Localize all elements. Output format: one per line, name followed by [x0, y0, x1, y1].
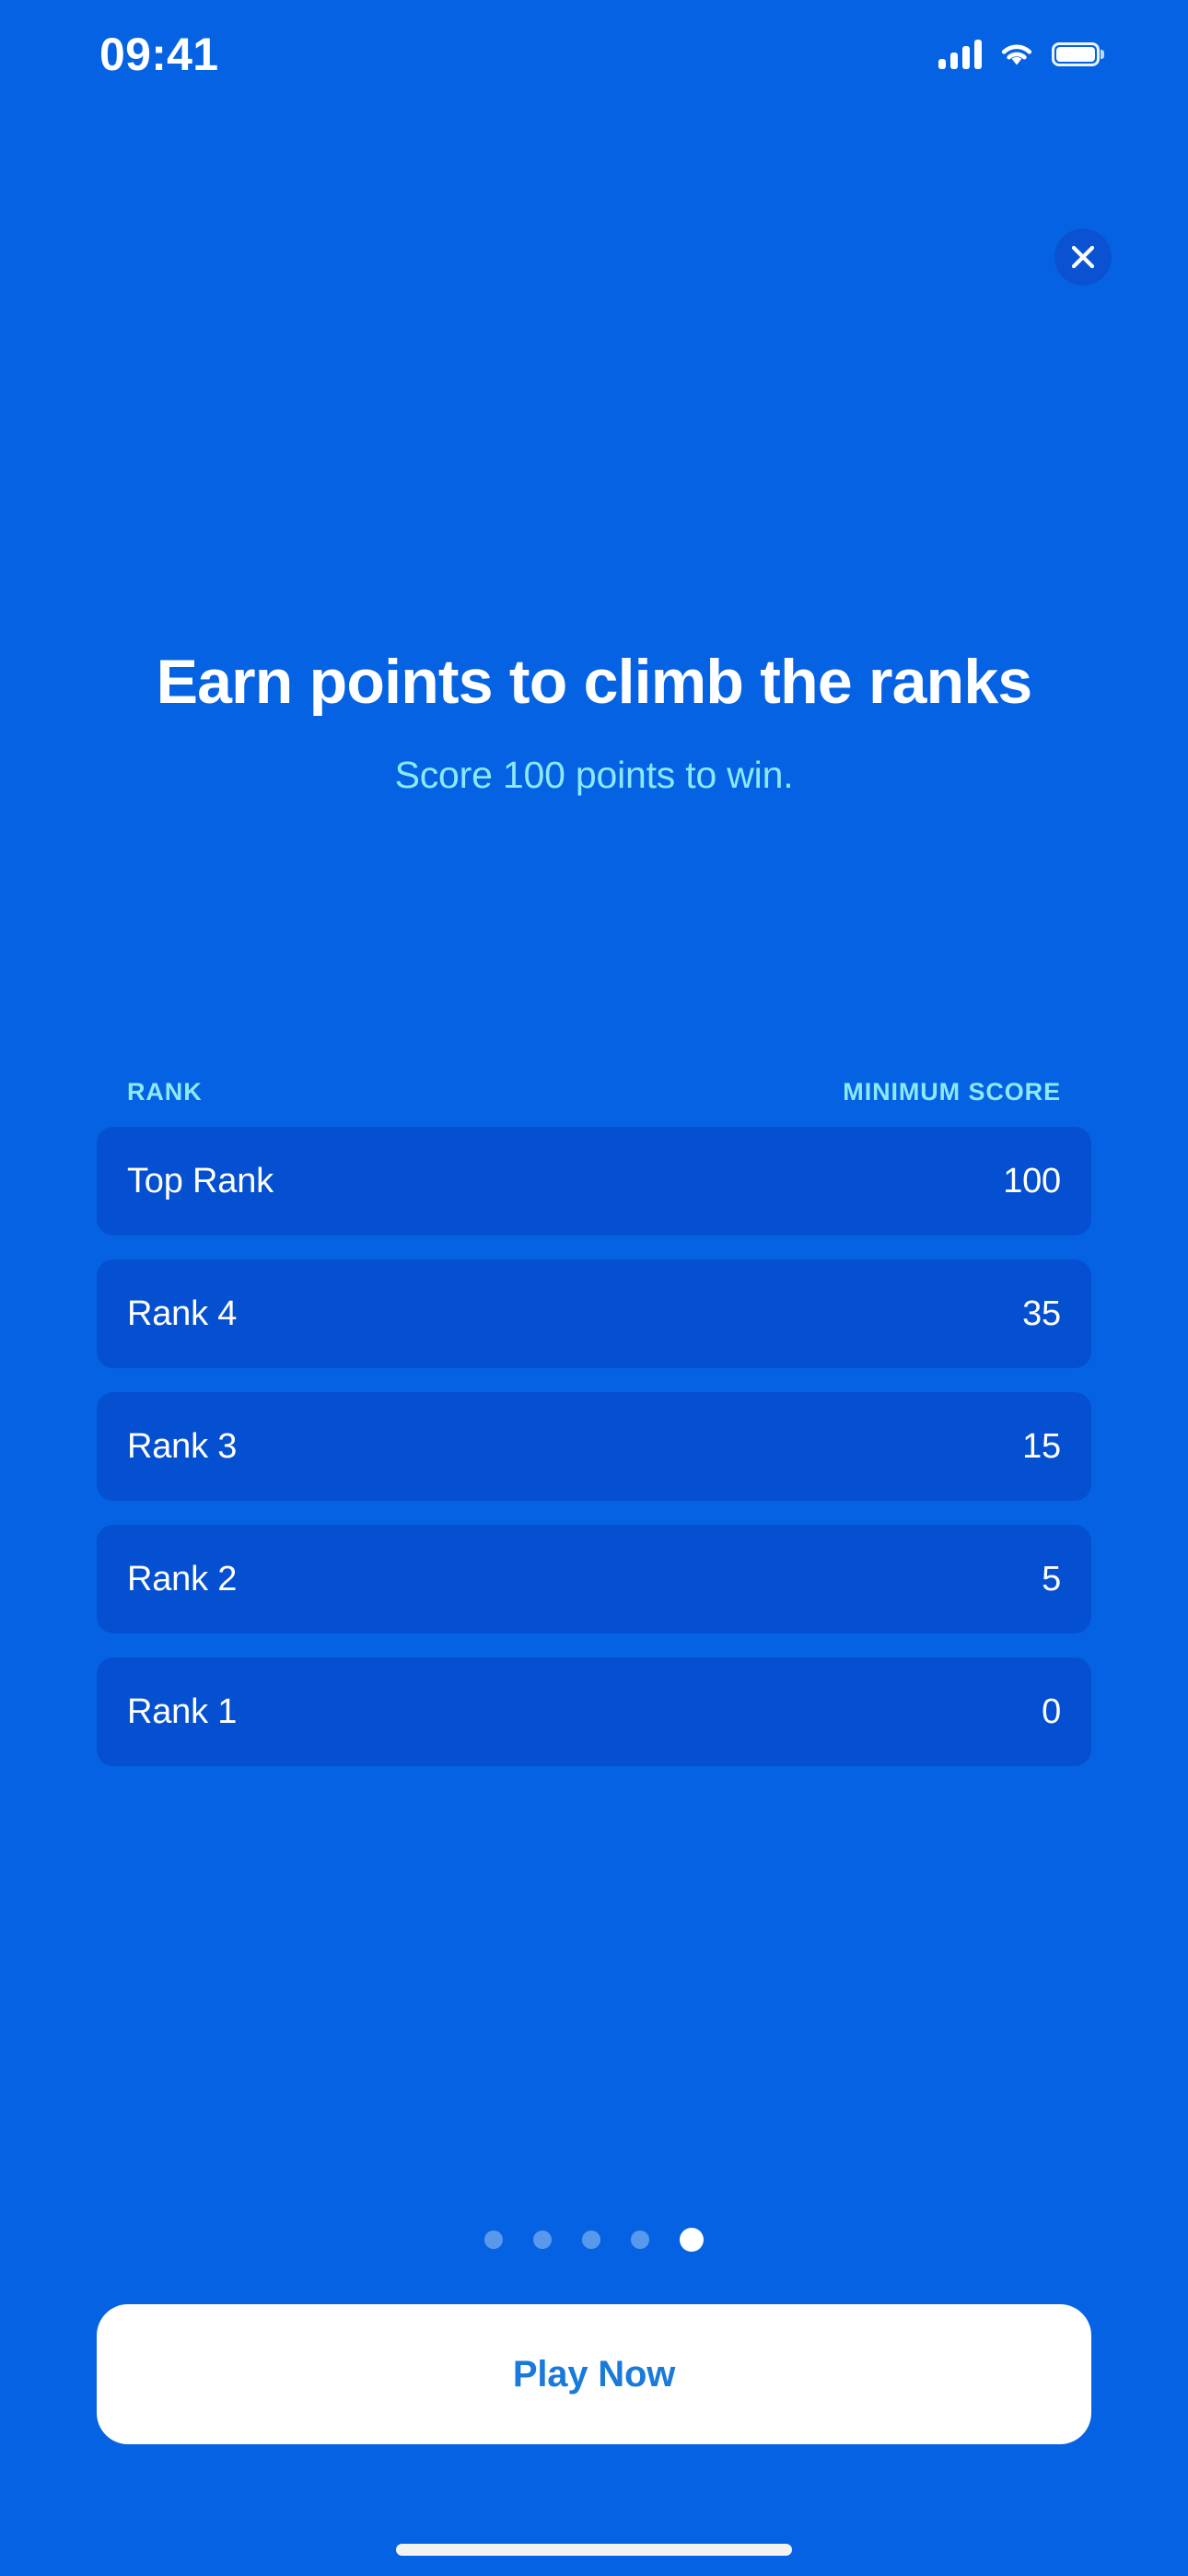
page-dot-1[interactable] [484, 2231, 503, 2249]
status-bar-icons [938, 40, 1100, 69]
rank-score: 15 [1022, 1426, 1061, 1466]
play-now-button[interactable]: Play Now [97, 2304, 1091, 2444]
rank-name: Rank 3 [127, 1426, 238, 1466]
rank-score: 0 [1042, 1692, 1061, 1731]
hero-section: Earn points to climb the ranks Score 100… [0, 645, 1188, 797]
column-header-minimum-score: MINIMUM SCORE [843, 1078, 1061, 1106]
page-title: Earn points to climb the ranks [156, 647, 1033, 717]
rank-score: 100 [1003, 1161, 1061, 1200]
rank-name: Rank 1 [127, 1692, 238, 1731]
close-button[interactable] [1054, 228, 1112, 286]
battery-full-icon [1052, 42, 1100, 66]
cellular-signal-icon [938, 40, 982, 69]
status-bar-time: 09:41 [99, 29, 219, 80]
page-dot-5[interactable] [680, 2228, 704, 2252]
column-header-rank: RANK [127, 1078, 203, 1106]
status-bar: 09:41 [0, 0, 1188, 103]
close-icon [1069, 243, 1097, 271]
rank-score: 5 [1042, 1559, 1061, 1598]
table-row: Top Rank 100 [97, 1127, 1091, 1235]
rank-name: Rank 4 [127, 1294, 238, 1333]
table-row: Rank 4 35 [97, 1259, 1091, 1368]
page-dot-2[interactable] [533, 2231, 552, 2249]
home-indicator[interactable] [396, 2544, 792, 2556]
page-dot-4[interactable] [631, 2231, 649, 2249]
table-row: Rank 3 15 [97, 1392, 1091, 1501]
table-row: Rank 2 5 [97, 1525, 1091, 1633]
page-dot-3[interactable] [582, 2231, 600, 2249]
rank-table-header: RANK MINIMUM SCORE [97, 1078, 1091, 1107]
rank-name: Top Rank [127, 1161, 274, 1200]
page-indicator [0, 2228, 1188, 2252]
page-subtitle: Score 100 points to win. [394, 753, 794, 796]
rank-score: 35 [1022, 1294, 1061, 1333]
wifi-icon [998, 41, 1035, 68]
rank-name: Rank 2 [127, 1559, 238, 1598]
table-row: Rank 1 0 [97, 1657, 1091, 1766]
rank-table: RANK MINIMUM SCORE Top Rank 100 Rank 4 3… [97, 1078, 1091, 1766]
